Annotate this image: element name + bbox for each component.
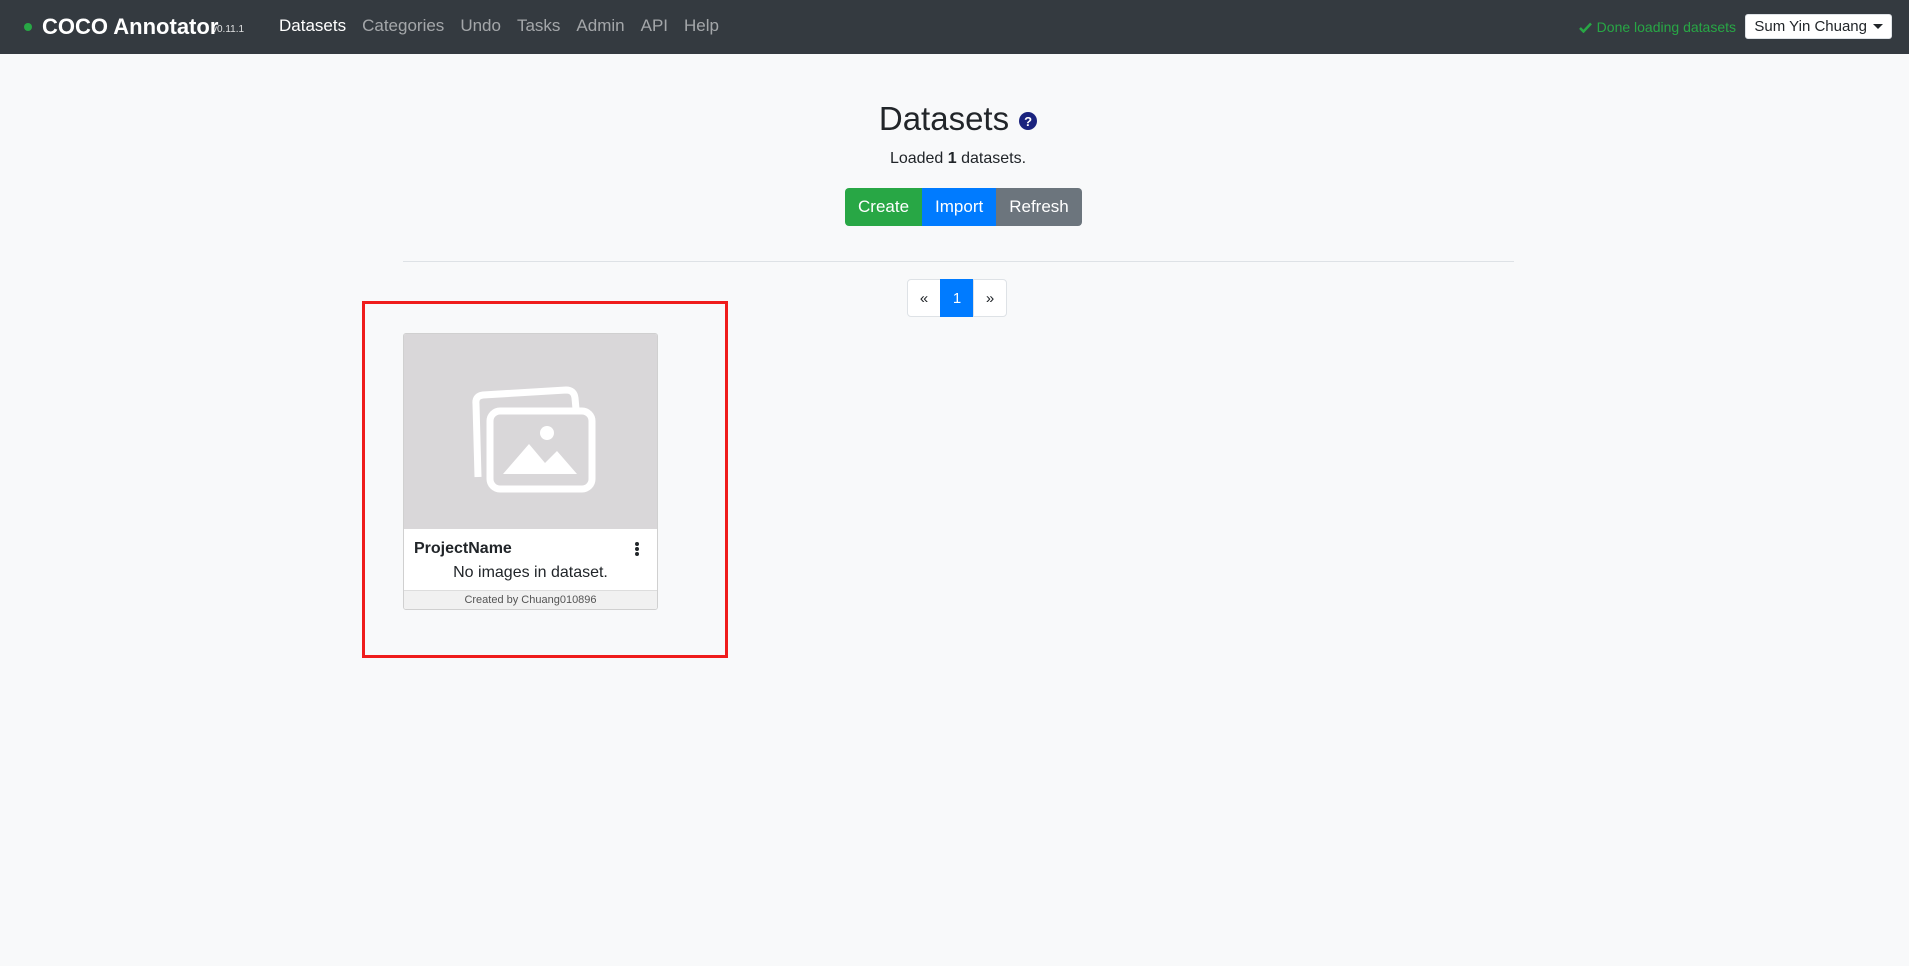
pagination-next[interactable]: » [973, 279, 1007, 317]
refresh-button[interactable]: Refresh [996, 188, 1082, 226]
page-title: Datasets [878, 100, 1010, 137]
nav-admin[interactable]: Admin [576, 16, 624, 36]
caret-down-icon [1873, 24, 1883, 29]
datasets-count: 1 [947, 150, 957, 167]
dataset-card[interactable]: ProjectName No images in dataset. Create… [403, 333, 658, 610]
create-button[interactable]: Create [845, 188, 923, 226]
question-circle-icon[interactable]: ? [1019, 112, 1038, 130]
page-title-wrap: Datasets ? [878, 100, 1038, 138]
divider [403, 261, 1514, 262]
load-status: Done loading datasets [1578, 19, 1736, 35]
user-name: Sum Yin Chuang [1754, 18, 1867, 35]
top-navbar: COCO Annotator v0.11.1 Datasets Categori… [0, 0, 1909, 54]
dataset-actions: Create Import Refresh [845, 188, 1082, 226]
nav-help[interactable]: Help [684, 16, 719, 36]
subtitle-suffix: datasets. [956, 150, 1027, 167]
dataset-created-by: Created by Chuang010896 [404, 590, 657, 609]
checkmark-icon [1578, 22, 1592, 33]
nav-api[interactable]: API [641, 16, 668, 36]
subtitle-prefix: Loaded [889, 150, 948, 167]
import-button[interactable]: Import [922, 188, 997, 226]
dataset-image-status: No images in dataset. [453, 564, 608, 581]
nav-datasets[interactable]: Datasets [279, 16, 346, 36]
user-dropdown-button[interactable]: Sum Yin Chuang [1745, 14, 1892, 39]
image-placeholder-icon [472, 386, 596, 493]
main-nav: Datasets Categories Undo Tasks Admin API… [279, 16, 735, 36]
more-options-icon[interactable] [634, 542, 640, 556]
datasets-count-text: Loaded 1 datasets. [0, 150, 1909, 168]
pagination-page-1[interactable]: 1 [940, 279, 974, 317]
pagination-prev[interactable]: « [907, 279, 941, 317]
load-status-text: Done loading datasets [1596, 19, 1736, 35]
page-header: Datasets ? [0, 100, 1909, 138]
dataset-name[interactable]: ProjectName [414, 540, 512, 558]
app-version: v0.11.1 [212, 24, 245, 35]
dataset-thumbnail[interactable] [404, 334, 657, 529]
nav-undo[interactable]: Undo [460, 16, 501, 36]
nav-tasks[interactable]: Tasks [517, 16, 560, 36]
app-brand[interactable]: COCO Annotator [42, 14, 218, 40]
pagination: « 1 » [907, 279, 1007, 317]
nav-categories[interactable]: Categories [362, 16, 444, 36]
status-dot-icon [24, 23, 32, 31]
